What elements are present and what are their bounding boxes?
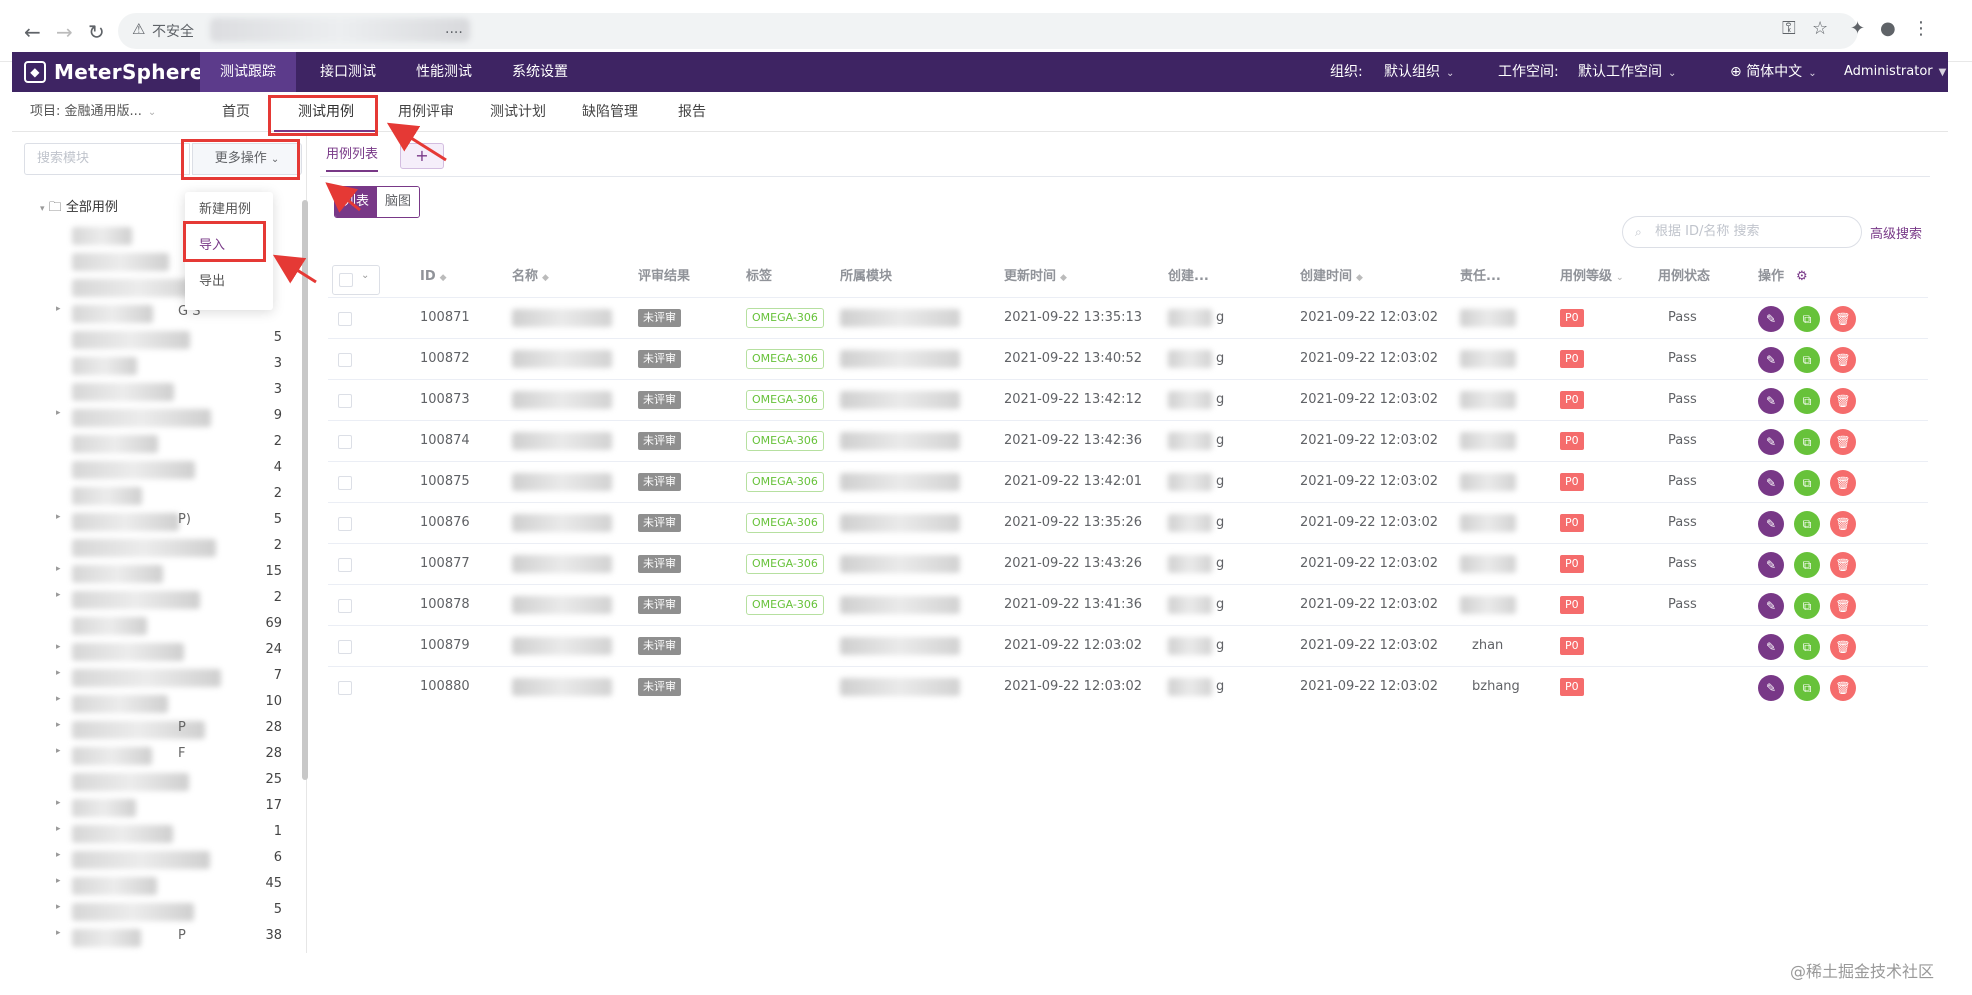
annotation-arrows: [272, 122, 447, 284]
